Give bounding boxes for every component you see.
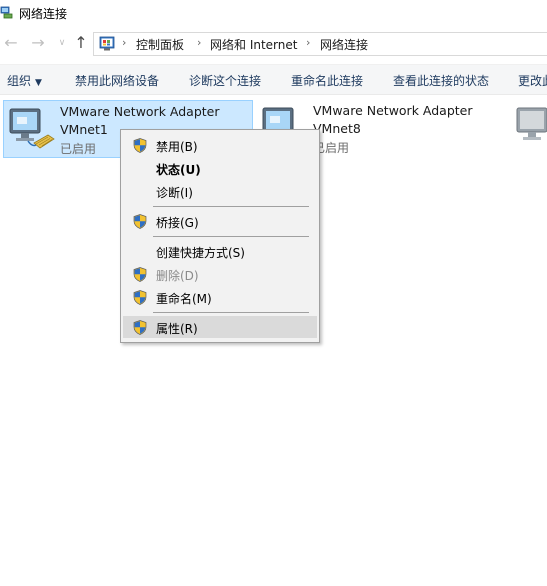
adapter-device: VMnet1 (60, 122, 108, 137)
shield-icon (133, 138, 147, 153)
menu-separator (153, 312, 309, 313)
adapter-name: VMware Network Adapter (313, 103, 473, 118)
adapter-device: VMnet8 (313, 121, 361, 136)
menu-item-bridge[interactable]: 桥接(G) (123, 210, 317, 232)
rename-button[interactable]: 重命名此连接 (291, 72, 363, 89)
menu-item-disable[interactable]: 禁用(B) (123, 134, 317, 156)
breadcrumb-network-internet[interactable]: 网络和 Internet (210, 36, 297, 53)
shield-icon (133, 267, 147, 282)
network-connections-icon (0, 6, 13, 19)
menu-separator (153, 236, 309, 237)
breadcrumb-separator-icon[interactable]: › (306, 36, 310, 49)
address-box[interactable]: › 控制面板 › 网络和 Internet › 网络连接 (93, 32, 547, 56)
menu-separator (153, 206, 309, 207)
breadcrumb-control-panel[interactable]: 控制面板 (136, 36, 184, 53)
control-panel-icon (99, 36, 115, 51)
menu-item-label: 桥接(G) (156, 216, 199, 230)
menu-item-label: 删除(D) (156, 269, 199, 283)
organize-button[interactable]: 组织 ▼ (7, 72, 42, 89)
shield-icon (133, 290, 147, 305)
context-menu: 禁用(B) 状态(U) 诊断(I) 桥接(G) 创建快捷方式(S) 删除(D) … (120, 129, 320, 343)
diagnose-button[interactable]: 诊断这个连接 (189, 72, 261, 89)
shield-icon (133, 320, 147, 335)
menu-item-create-shortcut[interactable]: 创建快捷方式(S) (123, 240, 317, 262)
window-title: 网络连接 (19, 7, 68, 21)
menu-item-diagnose[interactable]: 诊断(I) (123, 180, 317, 202)
menu-item-label: 创建快捷方式(S) (156, 246, 245, 260)
back-arrow-icon[interactable]: ← (2, 34, 20, 52)
menu-item-label: 重命名(M) (156, 292, 212, 306)
shield-icon (133, 214, 147, 229)
menu-item-label: 状态(U) (156, 163, 201, 177)
adapter-partial[interactable] (511, 100, 547, 158)
menu-item-status[interactable]: 状态(U) (123, 157, 317, 179)
dropdown-caret-icon: ▼ (35, 78, 42, 88)
adapter-status: 已启用 (60, 142, 97, 156)
disable-device-button[interactable]: 禁用此网络设备 (75, 72, 159, 89)
organize-label: 组织 (7, 74, 32, 88)
menu-item-properties[interactable]: 属性(R) (123, 316, 317, 338)
menu-item-delete: 删除(D) (123, 263, 317, 285)
menu-item-rename[interactable]: 重命名(M) (123, 286, 317, 308)
recent-dropdown-icon[interactable]: ∨ (53, 34, 71, 52)
network-adapter-icon (9, 108, 55, 149)
breadcrumb-separator-icon[interactable]: › (197, 36, 201, 49)
menu-item-label: 诊断(I) (156, 186, 193, 200)
view-status-button[interactable]: 查看此连接的状态 (393, 72, 489, 89)
adapter-name: VMware Network Adapter (60, 104, 220, 119)
command-bar: 组织▼ 禁用此网络设备 诊断这个连接 重命名此连接 查看此连接的状态 更改此 (0, 64, 547, 95)
change-settings-button[interactable]: 更改此 (518, 72, 547, 89)
address-bar: ← → ∨ ↑ › 控制面板 › 网络和 Internet › 网络连接 (0, 28, 547, 60)
network-adapter-icon (516, 107, 547, 140)
up-arrow-icon[interactable]: ↑ (72, 34, 90, 52)
title-bar: 网络连接 (0, 0, 547, 27)
menu-item-label: 禁用(B) (156, 140, 198, 154)
breadcrumb-separator-icon[interactable]: › (122, 36, 126, 49)
menu-item-label: 属性(R) (156, 322, 198, 336)
breadcrumb-network-connections[interactable]: 网络连接 (320, 36, 368, 53)
forward-arrow-icon[interactable]: → (29, 34, 47, 52)
